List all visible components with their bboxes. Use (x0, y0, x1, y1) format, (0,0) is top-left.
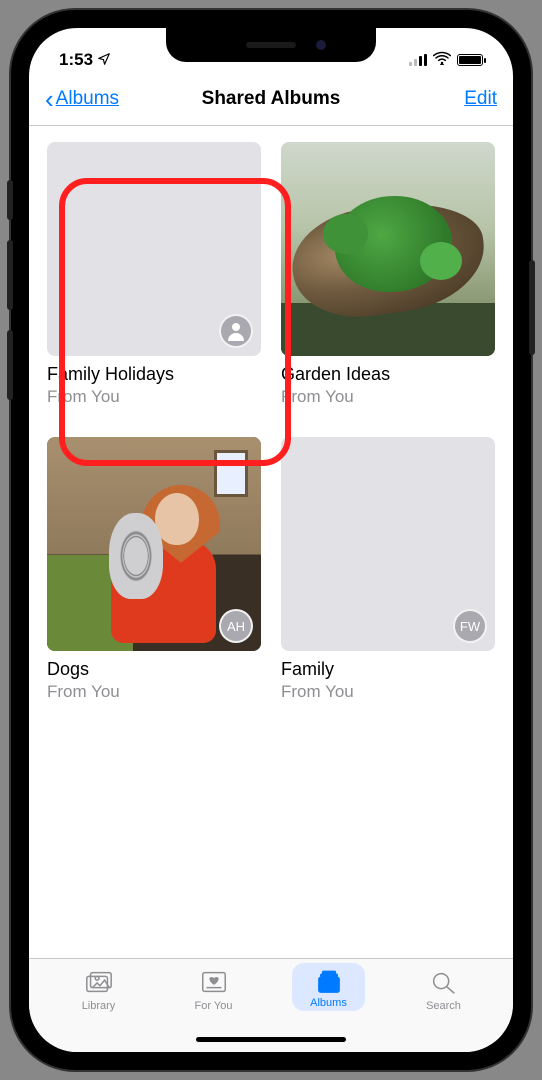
tab-label: Search (426, 1000, 461, 1012)
album-title: Dogs (47, 659, 261, 680)
album-subtitle: From You (47, 387, 261, 407)
album-subtitle: From You (281, 682, 495, 702)
edit-button[interactable]: Edit (464, 88, 497, 110)
home-indicator[interactable] (196, 1037, 346, 1042)
albums-icon (310, 967, 347, 997)
initials-badge: AH (219, 609, 253, 643)
tab-albums[interactable]: Albums (271, 967, 386, 1009)
album-thumbnail (47, 142, 261, 356)
album-subtitle: From You (47, 682, 261, 702)
phone-frame: 1:53 ‹ Albums Shared Albums (11, 10, 531, 1070)
album-title: Garden Ideas (281, 364, 495, 385)
album-thumbnail: FW (281, 437, 495, 651)
chevron-left-icon: ‹ (45, 86, 54, 112)
album-dogs[interactable]: AH Dogs From You (47, 437, 261, 702)
album-thumbnail: AH (47, 437, 261, 651)
notch (166, 28, 376, 62)
tab-for-you[interactable]: For You (156, 967, 271, 1012)
wifi-icon (433, 51, 451, 69)
album-subtitle: From You (281, 387, 495, 407)
album-title: Family (281, 659, 495, 680)
album-thumbnail (281, 142, 495, 356)
volume-up-button (7, 240, 13, 310)
volume-down-button (7, 330, 13, 400)
album-family[interactable]: FW Family From You (281, 437, 495, 702)
cell-signal-icon (409, 54, 427, 66)
tab-library[interactable]: Library (41, 967, 156, 1012)
mute-switch (7, 180, 13, 220)
location-icon (97, 52, 111, 69)
person-badge-icon (219, 314, 253, 348)
power-button (529, 260, 535, 355)
album-family-holidays[interactable]: Family Holidays From You (47, 142, 261, 407)
for-you-icon (199, 967, 229, 997)
tab-label: For You (195, 1000, 233, 1012)
back-label: Albums (56, 88, 119, 110)
search-icon (429, 967, 459, 997)
tab-label: Albums (310, 997, 347, 1009)
phone-screen: 1:53 ‹ Albums Shared Albums (29, 28, 513, 1052)
tab-label: Library (82, 1000, 116, 1012)
library-icon (84, 967, 114, 997)
initials-badge: FW (453, 609, 487, 643)
album-garden-ideas[interactable]: Garden Ideas From You (281, 142, 495, 407)
status-time: 1:53 (59, 50, 93, 70)
tab-search[interactable]: Search (386, 967, 501, 1012)
nav-bar: ‹ Albums Shared Albums Edit (29, 78, 513, 126)
back-button[interactable]: ‹ Albums (45, 86, 119, 112)
album-title: Family Holidays (47, 364, 261, 385)
content-scroll[interactable]: Family Holidays From You Garden Ideas Fr… (29, 126, 513, 958)
album-grid: Family Holidays From You Garden Ideas Fr… (47, 142, 495, 702)
battery-icon (457, 54, 483, 66)
